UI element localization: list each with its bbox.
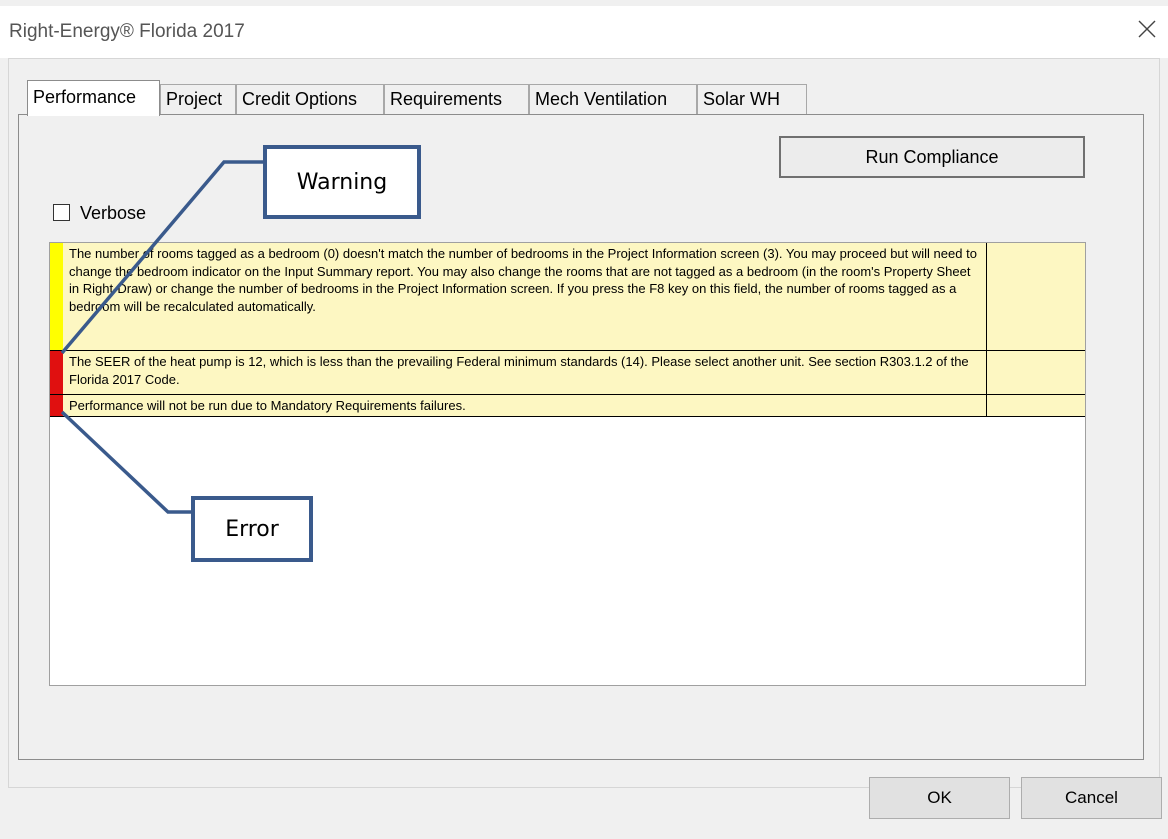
tab-label: Solar WH [703,89,781,109]
tab-label: Requirements [390,89,503,109]
tab-project[interactable]: Project [160,84,236,114]
column-divider [986,395,987,416]
tab-credit-options[interactable]: Credit Options [236,84,384,114]
list-item[interactable]: The number of rooms tagged as a bedroom … [50,243,1085,351]
error-callout-label: Error [225,516,279,542]
error-indicator [50,395,63,416]
column-divider [986,351,987,394]
run-compliance-button[interactable]: Run Compliance [779,136,1085,178]
message-text: The SEER of the heat pump is 12, which i… [69,354,969,387]
ok-button[interactable]: OK [869,777,1010,819]
dialog-window: Right-Energy® Florida 2017 Performance P… [0,0,1168,839]
tab-label: Credit Options [242,89,358,109]
title-bar[interactable]: Right-Energy® Florida 2017 [0,6,1168,58]
tab-solar-wh[interactable]: Solar WH [697,84,807,114]
message-text: Performance will not be run due to Manda… [69,398,466,413]
tab-label: Project [166,89,223,109]
tab-requirements[interactable]: Requirements [384,84,529,114]
verbose-checkbox[interactable] [53,204,70,221]
tab-mech-ventilation[interactable]: Mech Ventilation [529,84,697,114]
error-callout: Error [191,496,313,562]
tab-performance[interactable]: Performance [27,80,160,116]
message-list[interactable]: The number of rooms tagged as a bedroom … [49,242,1086,686]
warning-indicator [50,243,63,350]
verbose-label: Verbose [80,203,147,223]
tab-label: Mech Ventilation [535,89,668,109]
cancel-button[interactable]: Cancel [1021,777,1162,819]
list-item[interactable]: The SEER of the heat pump is 12, which i… [50,351,1085,395]
warning-callout: Warning [263,145,421,219]
close-icon[interactable] [1134,16,1160,42]
tab-label: Performance [33,87,137,107]
error-indicator [50,351,63,394]
message-text: The number of rooms tagged as a bedroom … [69,246,977,314]
list-item[interactable]: Performance will not be run due to Manda… [50,395,1085,417]
warning-callout-label: Warning [296,169,388,195]
window-title: Right-Energy® Florida 2017 [9,21,245,42]
column-divider [986,243,987,350]
